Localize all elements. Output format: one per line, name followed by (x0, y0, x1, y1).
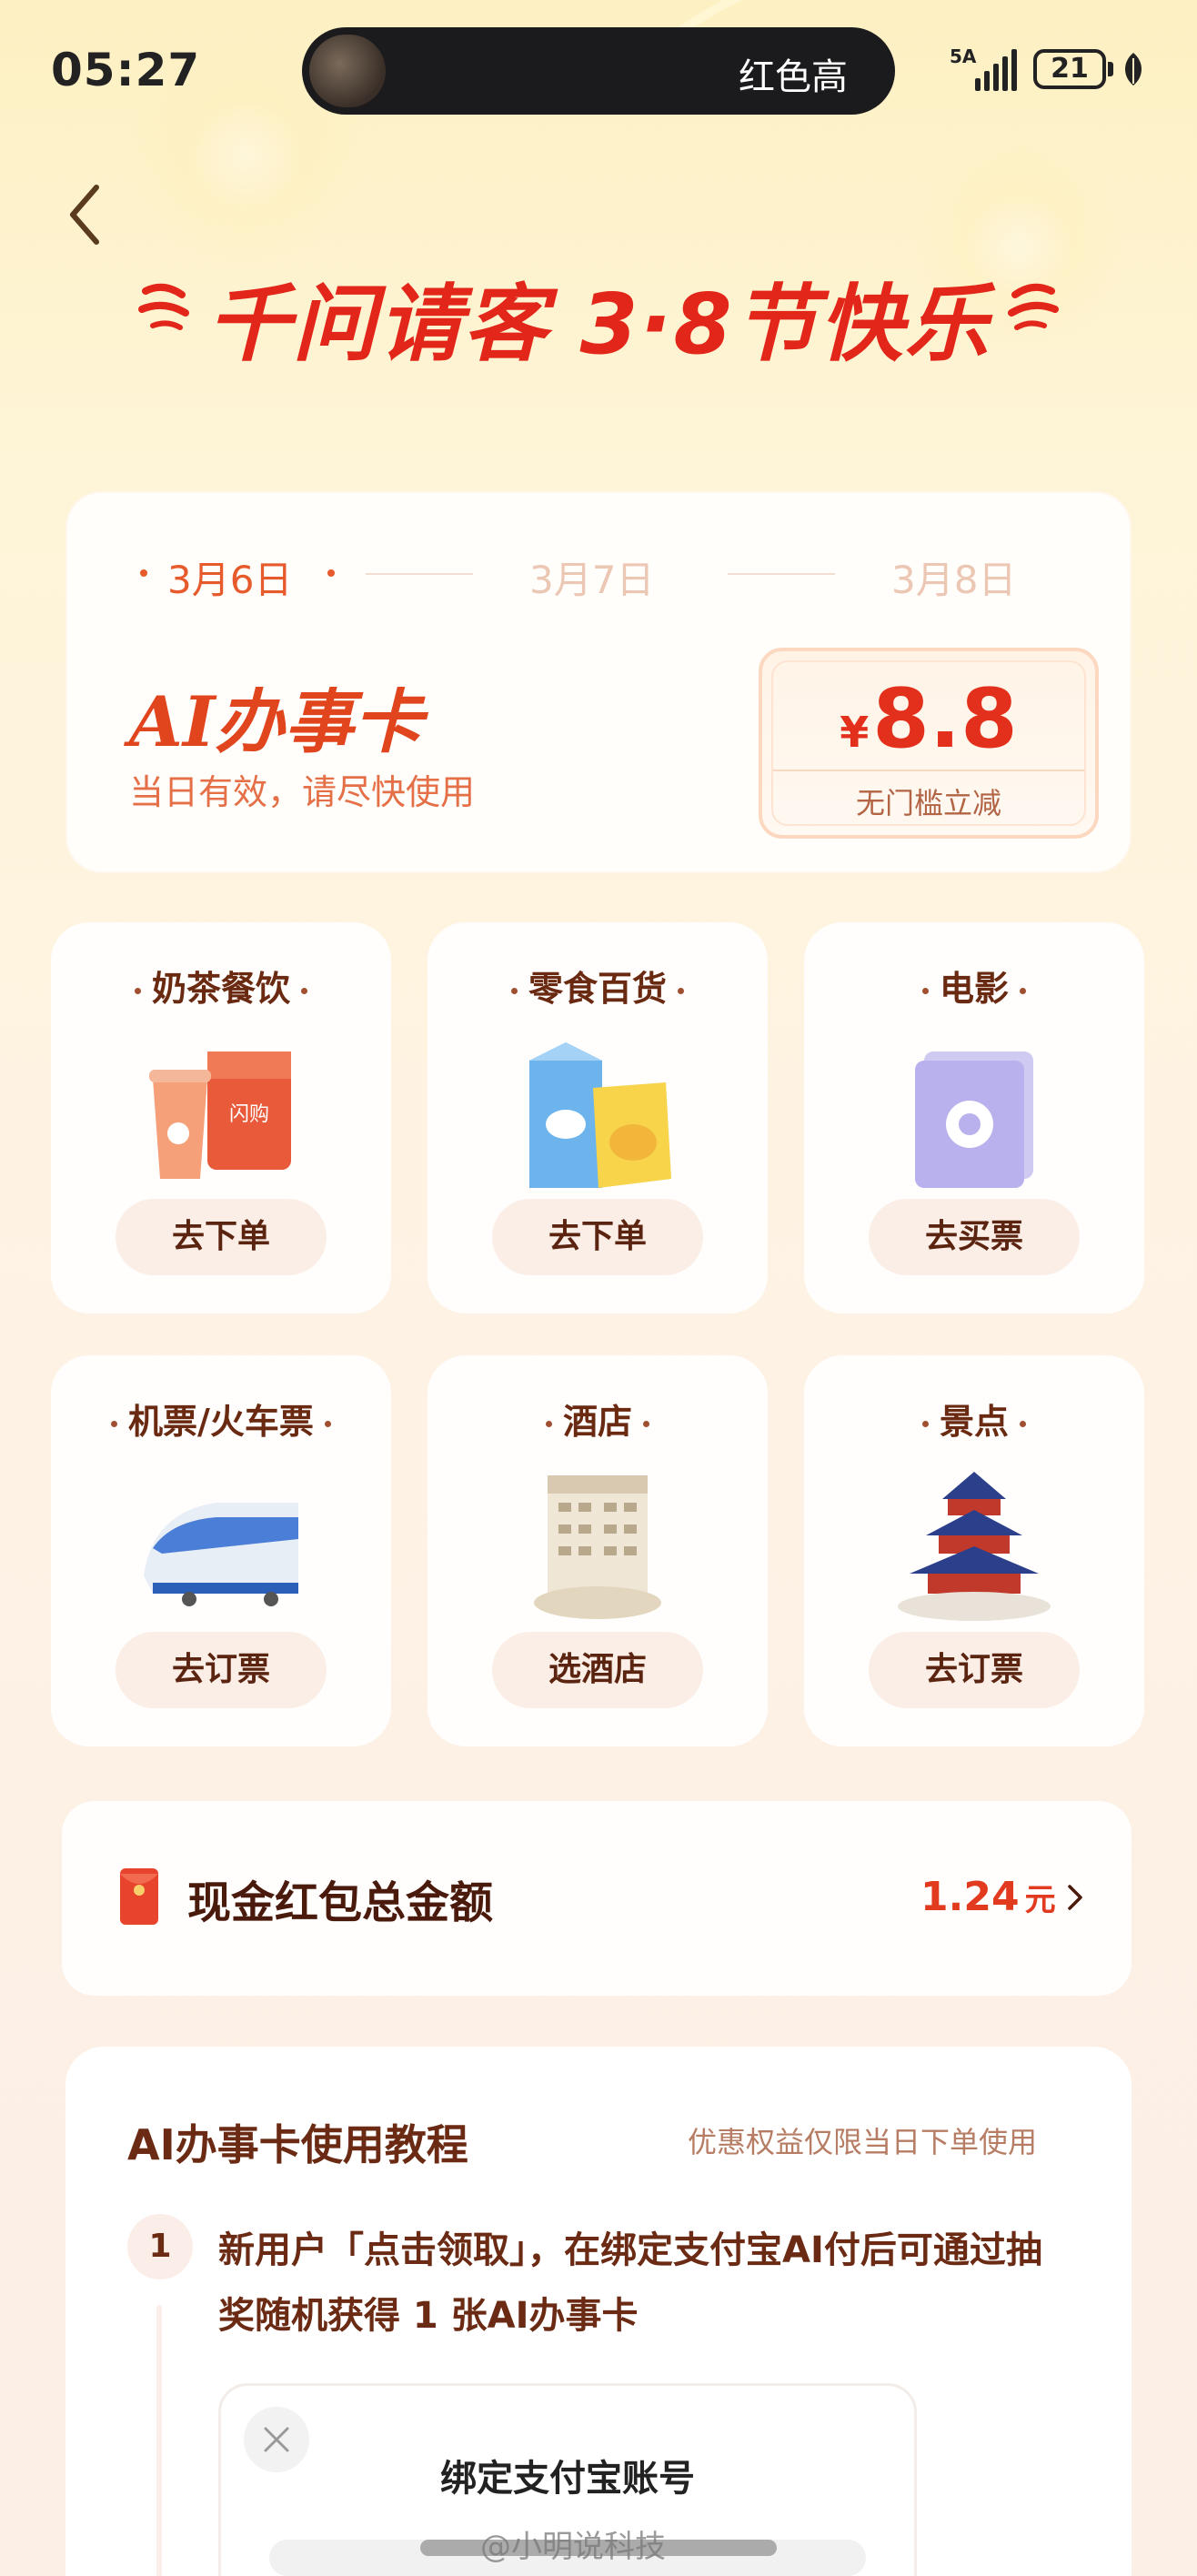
discount-label: 无门槛立减 (855, 786, 1001, 820)
category-title: 零食百货 (428, 961, 768, 1011)
movie-ticket-icon (915, 1052, 1033, 1188)
discount-divider (773, 770, 1084, 771)
media-thumbnail (309, 35, 386, 107)
step-connector (156, 2305, 162, 2576)
battery-cap (1108, 62, 1113, 76)
red-packet-label: 现金红包总金额 (187, 1877, 494, 1928)
step-number: 1 (127, 2214, 193, 2279)
date-divider (366, 573, 473, 575)
tutorial-title: AI办事卡使用教程 (127, 2120, 468, 2169)
category-title: 酒店 (428, 1394, 768, 1444)
chevron-right-icon[interactable] (1064, 1881, 1086, 1914)
date-tab-2[interactable]: 3月7日 (529, 549, 654, 605)
discount-value: 8.8 (872, 671, 1018, 767)
book-ticket-button[interactable]: 去订票 (869, 1632, 1080, 1708)
book-ticket-button[interactable]: 去订票 (116, 1632, 327, 1708)
buy-ticket-button[interactable]: 去买票 (869, 1199, 1080, 1275)
train-icon (144, 1503, 298, 1606)
category-title: 机票/火车票 (51, 1394, 391, 1444)
signal-icon: 5A (950, 47, 1019, 91)
date-tab-1[interactable]: 3月6日 (167, 549, 292, 605)
card-subtitle: 当日有效，请尽快使用 (129, 772, 476, 812)
currency-symbol: ¥ (840, 708, 870, 757)
hotel-icon (534, 1475, 661, 1619)
temple-icon (898, 1472, 1051, 1621)
card-title: AI办事卡 (129, 681, 423, 762)
step-text: 新用户「点击领取」，在绑定支付宝AI付后可通过抽奖随机获得 1 张AI办事卡 (218, 2229, 1042, 2337)
category-title: 奶茶餐饮 (51, 961, 391, 1011)
category-title: 电影 (804, 961, 1144, 1011)
page-title: 千问请客 3·8节快乐 (206, 276, 991, 373)
watermark: @小明说科技 (480, 2529, 666, 2565)
date-dot (327, 569, 335, 577)
red-packet-icon (120, 1868, 158, 1925)
tutorial-note: 优惠权益仅限当日下单使用 (688, 2125, 1038, 2159)
discount-amount: ¥8.8 (759, 671, 1099, 767)
select-hotel-button[interactable]: 选酒店 (492, 1632, 703, 1708)
snack-milk-icon (529, 1042, 671, 1188)
status-time: 05:27 (51, 44, 201, 96)
date-divider (728, 573, 835, 575)
battery-icon: 21 (1033, 49, 1106, 89)
island-track-text: 红色高 (739, 56, 848, 98)
order-button[interactable]: 去下单 (116, 1199, 327, 1275)
leaf-icon (1125, 53, 1142, 86)
order-button[interactable]: 去下单 (492, 1199, 703, 1275)
back-button[interactable] (60, 178, 111, 251)
date-dot (140, 569, 147, 577)
date-tab-3[interactable]: 3月8日 (891, 549, 1016, 605)
red-packet-amount: 1.24 元 (920, 1874, 1056, 1920)
category-title: 景点 (804, 1394, 1144, 1444)
milk-tea-bag-icon: 闪购 (149, 1052, 291, 1179)
svg-text:闪购: 闪购 (229, 1103, 269, 1126)
modal-title: 绑定支付宝账号 (440, 2458, 695, 2500)
network-type: 5A (950, 45, 977, 67)
